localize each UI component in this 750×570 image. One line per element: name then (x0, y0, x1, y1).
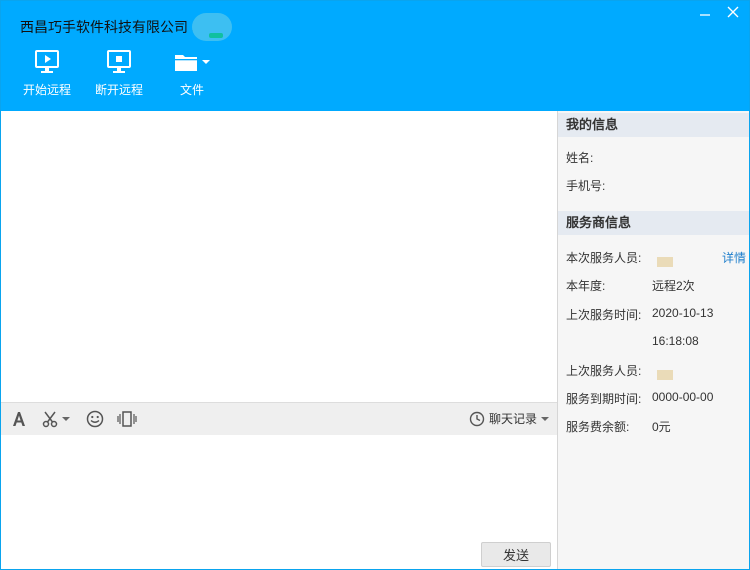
last-time-clock: 16:18:08 (652, 334, 699, 348)
chat-history-button[interactable]: 聊天记录 (469, 410, 549, 427)
dropdown-arrow-icon (541, 416, 549, 421)
shake-window-button[interactable] (117, 409, 137, 429)
name-label: 姓名: (566, 151, 594, 165)
window-title: 西昌巧手软件科技有限公司 > (20, 19, 201, 35)
last-time-label: 上次服务时间: (566, 308, 642, 322)
stop-remote-label: 断开远程 (94, 83, 143, 97)
avatar-mark (209, 33, 223, 38)
window-controls (693, 5, 745, 25)
dropdown-arrow-icon (201, 60, 210, 64)
close-icon (727, 6, 739, 18)
current-staff-label: 本次服务人员: (566, 251, 642, 265)
start-remote-label: 开始远程 (22, 83, 71, 97)
chat-history-label: 聊天记录 (488, 412, 537, 426)
expiry-value: 0000-00-00 (652, 390, 714, 404)
remote-support-window: 西昌巧手软件科技有限公司 > 开始远程 断开远程 文件 聊天记录 发送 我的信息… (0, 0, 750, 570)
year-value: 远程2次 (652, 279, 695, 293)
scissors-icon (42, 411, 58, 428)
title-bar: 西昌巧手软件科技有限公司 > 开始远程 断开远程 文件 (1, 1, 749, 111)
info-panel: 我的信息 姓名: 手机号: 服务商信息 本次服务人员: 详情 本年度: 远程2次… (557, 111, 749, 569)
start-remote-button[interactable]: 开始远程 (11, 47, 83, 99)
dropdown-arrow-icon (62, 417, 70, 421)
input-toolbar: 聊天记录 (1, 402, 557, 436)
my-info-header: 我的信息 (558, 113, 749, 137)
file-label: 文件 (179, 83, 204, 97)
emoji-button[interactable] (86, 409, 104, 429)
send-button[interactable]: 发送 (481, 542, 551, 567)
smiley-icon (86, 410, 104, 428)
font-icon (13, 412, 25, 426)
folder-icon (174, 55, 197, 71)
last-time-date: 2020-10-13 (652, 306, 714, 320)
redacted-last-staff-name (657, 370, 673, 380)
minimize-icon (700, 14, 710, 16)
stop-remote-button[interactable]: 断开远程 (83, 47, 155, 99)
year-label: 本年度: (566, 279, 606, 293)
phone-label: 手机号: (566, 179, 606, 193)
minimize-button[interactable] (693, 5, 717, 25)
toolbar: 开始远程 断开远程 文件 (11, 47, 229, 99)
shake-window-icon (117, 411, 137, 427)
close-button[interactable] (721, 5, 745, 25)
chat-message-area[interactable] (1, 111, 557, 402)
screenshot-button[interactable] (42, 409, 70, 429)
font-button[interactable] (11, 409, 27, 429)
balance-label: 服务费余额: (566, 420, 630, 434)
file-menu-button[interactable]: 文件 (155, 47, 229, 99)
monitor-stop-icon (107, 50, 131, 73)
provider-info-header: 服务商信息 (558, 211, 749, 235)
last-staff-label: 上次服务人员: (566, 364, 642, 378)
message-input[interactable] (1, 435, 557, 569)
clock-icon (469, 411, 485, 426)
balance-value: 0元 (652, 420, 671, 434)
avatar (192, 13, 232, 41)
redacted-staff-name (657, 257, 673, 267)
monitor-play-icon (35, 50, 59, 73)
details-link[interactable]: 详情 (722, 249, 746, 266)
expiry-label: 服务到期时间: (566, 392, 642, 406)
